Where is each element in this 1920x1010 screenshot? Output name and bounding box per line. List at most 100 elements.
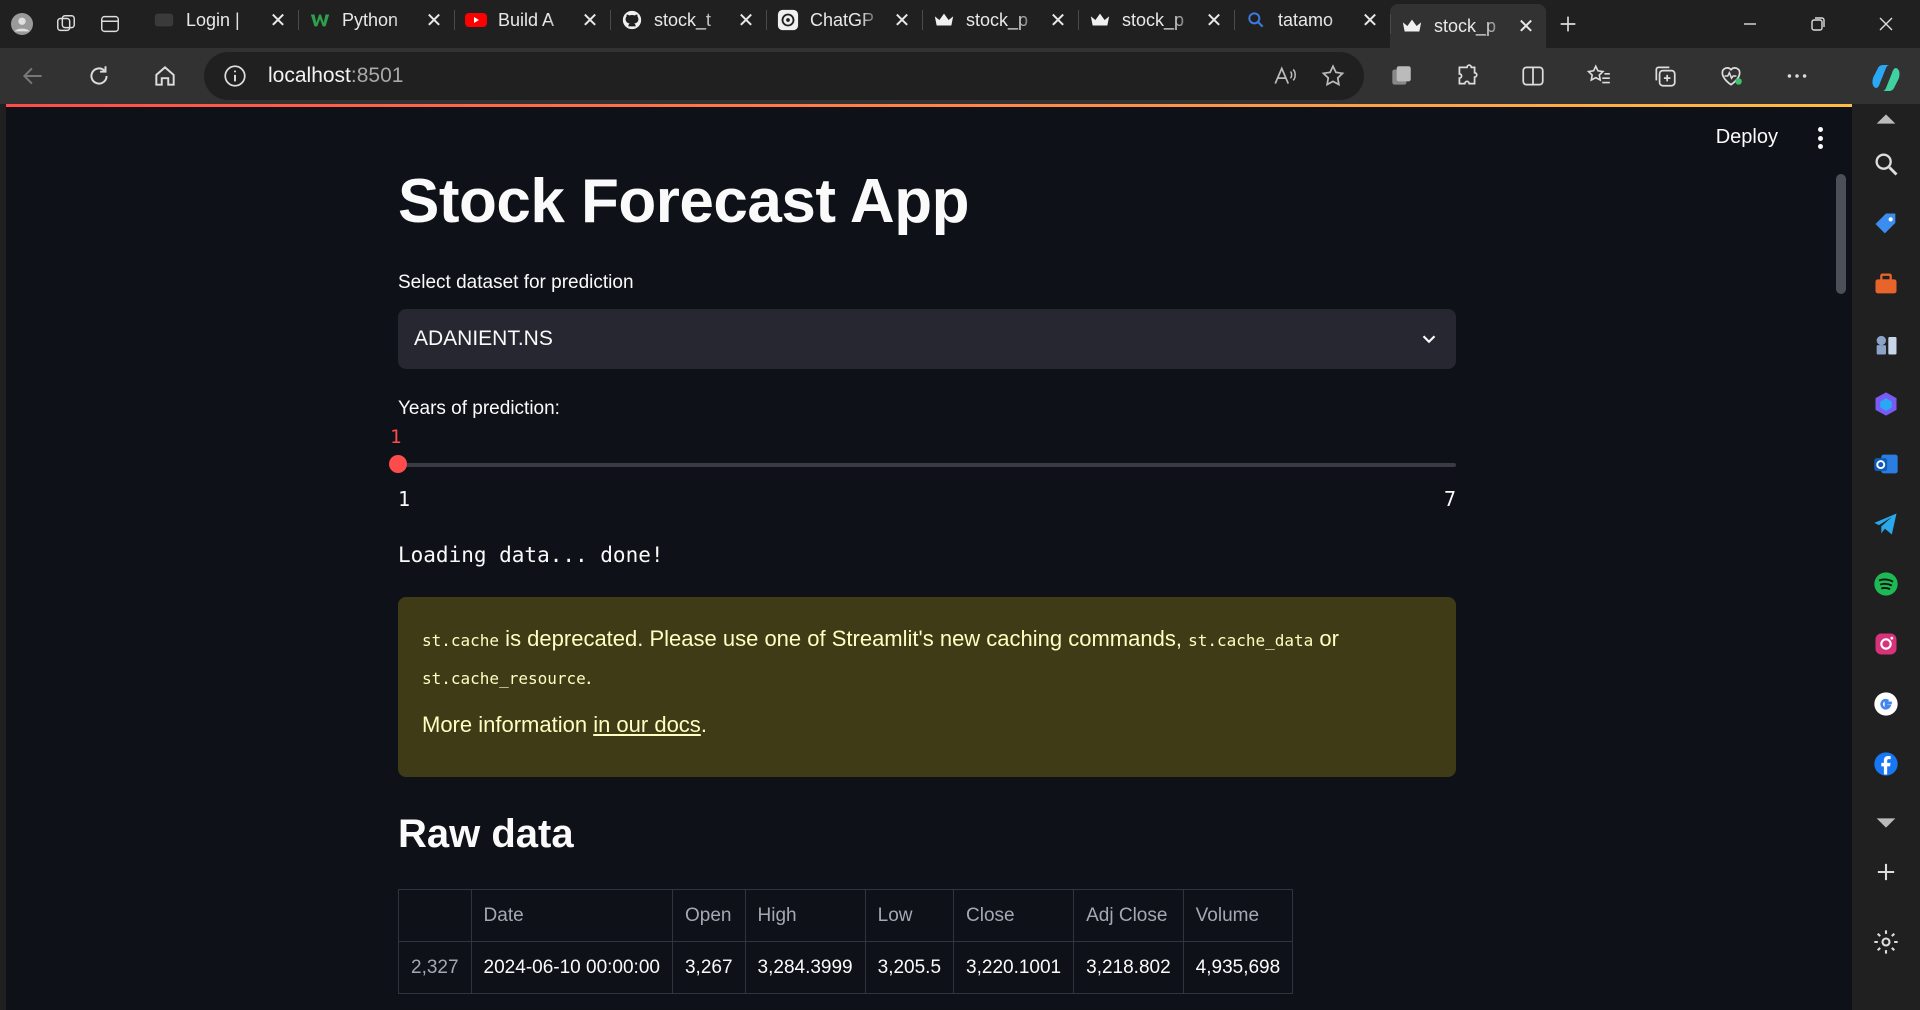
- sidebar-scroll-down[interactable]: [1852, 804, 1920, 842]
- close-tab-icon[interactable]: ✕: [1048, 8, 1068, 33]
- sidebar-search[interactable]: [1852, 134, 1920, 194]
- minimize-button[interactable]: [1716, 0, 1784, 48]
- sidebar-google[interactable]: [1852, 674, 1920, 734]
- table-cell[interactable]: 3,220.1001: [953, 941, 1075, 994]
- browser-tab[interactable]: Python ✕: [298, 0, 454, 40]
- table-cell[interactable]: 3,205.5: [864, 941, 955, 994]
- extensions-button[interactable]: [1434, 52, 1500, 100]
- sidebar-add[interactable]: [1852, 842, 1920, 902]
- copilot-icon: [1872, 65, 1900, 91]
- main-menu-button[interactable]: [1810, 124, 1830, 152]
- close-tab-icon[interactable]: ✕: [1204, 8, 1224, 33]
- split-screen-button[interactable]: [1500, 52, 1566, 100]
- streamlit-crown-icon: [1088, 8, 1112, 32]
- info-icon[interactable]: [222, 63, 248, 89]
- close-tab-icon[interactable]: ✕: [1516, 14, 1536, 39]
- chess-pieces-icon: [1876, 335, 1897, 355]
- favorites-button[interactable]: [1566, 52, 1632, 100]
- profile-avatar[interactable]: [0, 4, 44, 44]
- table-cell[interactable]: 3,267: [671, 941, 746, 994]
- page-scrollbar[interactable]: [1836, 174, 1846, 294]
- read-aloud-icon[interactable]: [1272, 63, 1298, 89]
- raw-data-table[interactable]: Date Open High Low Close Adj Close Volume 2,32…: [398, 889, 1294, 994]
- refresh-icon: [90, 66, 108, 85]
- browser-tab[interactable]: stock_t ✕: [610, 0, 766, 40]
- browser-tab[interactable]: stock_p ✕: [922, 0, 1078, 40]
- back-arrow-icon: [22, 67, 42, 85]
- back-button[interactable]: [0, 52, 66, 100]
- plus-icon: [1560, 16, 1576, 32]
- warning-more-info: More information in our docs.: [422, 707, 1432, 743]
- collections-button[interactable]: [1632, 52, 1698, 100]
- table-row[interactable]: 2,327 2024-06-10 00:00:00 3,267 3,284.3999 3…: [398, 941, 1294, 994]
- browser-tab[interactable]: Login | ✕: [142, 0, 298, 40]
- sidebar-instagram[interactable]: [1852, 614, 1920, 674]
- new-tab-button[interactable]: [1546, 4, 1590, 44]
- tab-title: stock_p: [966, 9, 1029, 30]
- close-tab-icon[interactable]: ✕: [892, 8, 912, 33]
- select-label: Select dataset for prediction: [398, 272, 634, 293]
- close-tab-icon[interactable]: ✕: [268, 8, 288, 33]
- home-icon: [155, 66, 175, 86]
- close-tab-icon[interactable]: ✕: [424, 8, 444, 33]
- restore-button[interactable]: [1784, 0, 1852, 48]
- workspaces-icon: [57, 15, 75, 32]
- collections-ext-button[interactable]: [1368, 52, 1434, 100]
- sidebar-shopping[interactable]: [1852, 194, 1920, 254]
- sidebar-tools[interactable]: [1852, 254, 1920, 314]
- search-icon: [1875, 153, 1898, 176]
- row-index-cell[interactable]: 2,327: [398, 941, 472, 994]
- settings-more-button[interactable]: [1764, 52, 1830, 100]
- table-cell[interactable]: 2024-06-10 00:00:00: [470, 941, 673, 994]
- tab-actions-button[interactable]: [88, 4, 132, 44]
- url-text[interactable]: localhost:8501: [268, 64, 1272, 88]
- close-window-button[interactable]: [1852, 0, 1920, 48]
- sidebar-spotify[interactable]: [1852, 554, 1920, 614]
- close-tab-icon[interactable]: ✕: [736, 8, 756, 33]
- favorite-star-icon[interactable]: [1320, 63, 1346, 89]
- streamlit-crown-icon: [932, 8, 956, 32]
- address-bar[interactable]: localhost:8501: [204, 52, 1364, 100]
- slider-track[interactable]: [398, 463, 1456, 467]
- copilot-button[interactable]: [1860, 56, 1912, 100]
- close-tab-icon[interactable]: ✕: [580, 8, 600, 33]
- slider-thumb[interactable]: [389, 455, 407, 473]
- instagram-icon: [1875, 633, 1897, 655]
- shopping-tag-icon: [1875, 213, 1896, 234]
- deploy-button[interactable]: Deploy: [1716, 126, 1778, 149]
- dataset-select[interactable]: ADANIENT.NS: [398, 309, 1456, 369]
- column-header[interactable]: Date: [470, 889, 673, 942]
- sidebar-settings[interactable]: [1852, 912, 1920, 972]
- column-header[interactable]: Low: [864, 889, 955, 942]
- favorites-list-icon: [1586, 64, 1610, 84]
- outlook-icon: [1874, 454, 1898, 474]
- browser-tab[interactable]: tatamo ✕: [1234, 0, 1390, 40]
- browser-tab[interactable]: Build A ✕: [454, 0, 610, 40]
- browser-tab[interactable]: ChatGP ✕: [766, 0, 922, 40]
- sidebar-copilot-designer[interactable]: [1852, 374, 1920, 434]
- column-header[interactable]: Adj Close: [1073, 889, 1184, 942]
- sidebar-scroll-up[interactable]: [1852, 104, 1920, 134]
- tab-strip: Login | ✕ Python ✕ Build A ✕ stock_t ✕ ChatGP ✕ st…: [0, 0, 1920, 48]
- sidebar-games[interactable]: [1852, 314, 1920, 374]
- column-header[interactable]: Open: [671, 889, 746, 942]
- column-header[interactable]: [398, 889, 472, 942]
- table-cell[interactable]: 3,284.3999: [744, 941, 866, 994]
- browser-essentials-button[interactable]: [1698, 52, 1764, 100]
- refresh-button[interactable]: [66, 52, 132, 100]
- sidebar-outlook[interactable]: [1852, 434, 1920, 494]
- browser-tab[interactable]: stock_p ✕: [1390, 4, 1546, 48]
- browser-tab[interactable]: stock_p ✕: [1078, 0, 1234, 40]
- table-cell[interactable]: 4,935,698: [1182, 941, 1294, 994]
- close-tab-icon[interactable]: ✕: [1360, 8, 1380, 33]
- home-button[interactable]: [132, 52, 198, 100]
- sidebar-telegram[interactable]: [1852, 494, 1920, 554]
- code-st-cache-resource: st.cache_resource: [422, 669, 586, 688]
- sidebar-facebook[interactable]: [1852, 734, 1920, 794]
- column-header[interactable]: Volume: [1182, 889, 1294, 942]
- workspaces-button[interactable]: [44, 4, 88, 44]
- table-cell[interactable]: 3,218.802: [1073, 941, 1184, 994]
- column-header[interactable]: High: [744, 889, 866, 942]
- docs-link[interactable]: in our docs: [593, 712, 701, 737]
- column-header[interactable]: Close: [953, 889, 1075, 942]
